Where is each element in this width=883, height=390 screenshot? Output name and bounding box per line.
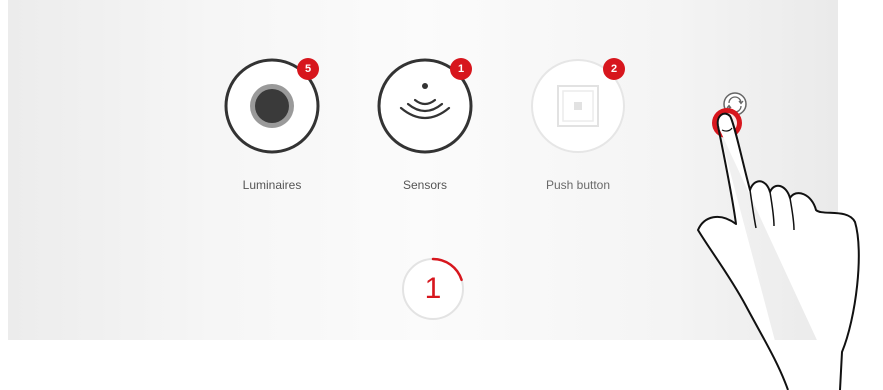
count-badge: 1 xyxy=(450,58,472,80)
progress-counter: 1 xyxy=(400,256,466,322)
device-label: Push button xyxy=(545,178,611,192)
device-push-button[interactable]: 2 Push button xyxy=(528,56,628,196)
stage: 5 Luminaires 1 Sensors 2 Push button 1 xyxy=(0,0,883,390)
device-label: Sensors xyxy=(402,178,448,192)
device-sensors[interactable]: 1 Sensors xyxy=(375,56,475,196)
count-badge: 2 xyxy=(603,58,625,80)
pointing-hand-icon xyxy=(697,108,860,390)
count-badge: 5 xyxy=(297,58,319,80)
counter-value: 1 xyxy=(424,272,442,305)
device-luminaires[interactable]: 5 Luminaires xyxy=(222,56,322,196)
device-label: Luminaires xyxy=(242,178,302,192)
